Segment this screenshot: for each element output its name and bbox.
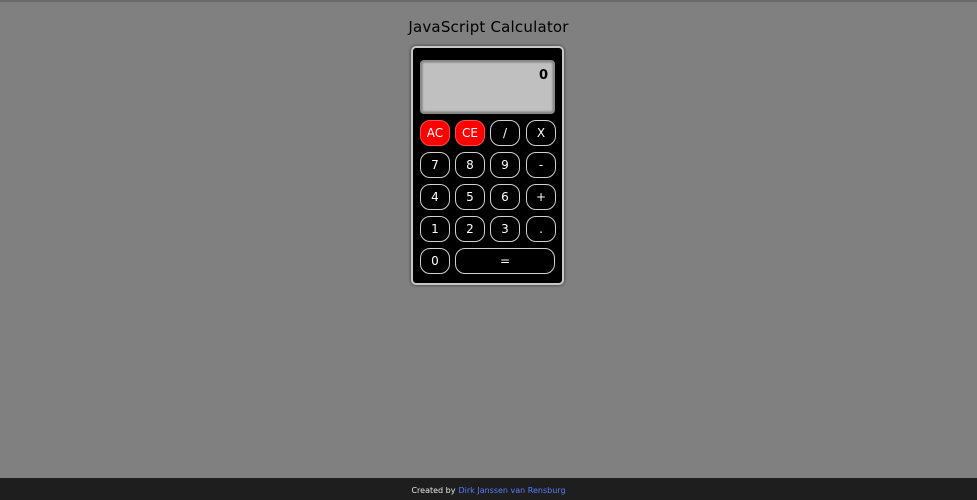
- key-6-button[interactable]: 6: [490, 184, 520, 210]
- display-value: 0: [538, 68, 548, 83]
- page: JavaScript Calculator 0 AC CE / X 7 8 9 …: [0, 0, 977, 500]
- key-9-button[interactable]: 9: [490, 152, 520, 178]
- decimal-button[interactable]: .: [526, 216, 556, 242]
- all-clear-button[interactable]: AC: [420, 120, 450, 146]
- key-1-button[interactable]: 1: [420, 216, 450, 242]
- key-7-button[interactable]: 7: [420, 152, 450, 178]
- key-2-button[interactable]: 2: [455, 216, 485, 242]
- key-5-button[interactable]: 5: [455, 184, 485, 210]
- key-4-button[interactable]: 4: [420, 184, 450, 210]
- calculator: 0 AC CE / X 7 8 9 - 4 5 6 + 1 2 3 . 0 =: [411, 46, 564, 285]
- page-title: JavaScript Calculator: [408, 18, 569, 36]
- key-3-button[interactable]: 3: [490, 216, 520, 242]
- footer-created-by-label: Created by: [411, 485, 456, 495]
- author-link[interactable]: Dirk Janssen van Rensburg: [458, 486, 565, 495]
- minus-button[interactable]: -: [526, 152, 556, 178]
- multiply-button[interactable]: X: [526, 120, 556, 146]
- calculator-display: 0: [420, 60, 555, 114]
- footer: Created by Dirk Janssen van Rensburg: [0, 478, 977, 500]
- divide-button[interactable]: /: [490, 120, 520, 146]
- clear-entry-button[interactable]: CE: [455, 120, 485, 146]
- plus-button[interactable]: +: [526, 184, 556, 210]
- key-0-button[interactable]: 0: [420, 248, 450, 274]
- equals-button[interactable]: =: [455, 248, 555, 274]
- key-8-button[interactable]: 8: [455, 152, 485, 178]
